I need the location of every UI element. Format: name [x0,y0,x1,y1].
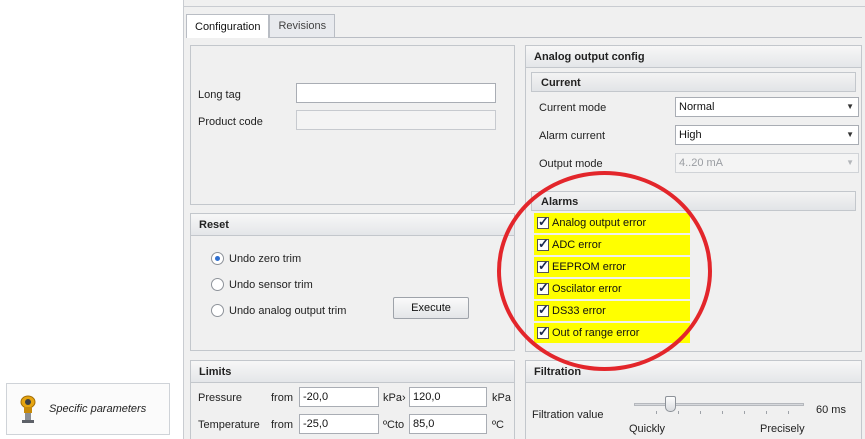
checkbox[interactable] [537,214,549,230]
radio-label: Undo sensor trim [229,278,313,291]
radio-undo-sensor-trim[interactable]: Undo sensor trim [211,278,313,291]
radio-label: Undo analog output trim [229,304,347,317]
slider-tick [788,411,789,414]
execute-button[interactable]: Execute [393,297,469,319]
identity-panel: Long tag Product code [190,45,515,205]
alarm-checkbox-oscilator-error[interactable]: Oscilator error [534,279,690,299]
alarm-label: ADC error [552,239,602,251]
alarm-checkbox-ds33-error[interactable]: DS33 error [534,301,690,321]
temperature-from-label: from [271,419,293,431]
alarm-label: Oscilator error [552,283,622,295]
nav-item-label: Specific parameters [49,403,147,415]
radio-undo-analog-output-trim[interactable]: Undo analog output trim [211,304,346,317]
radio-undo-zero-trim[interactable]: Undo zero trim [211,252,301,265]
output-mode-select[interactable]: 4..20 mA ▼ [675,153,859,173]
current-mode-select[interactable]: Normal ▼ [675,97,859,117]
slider-right-label: Precisely [760,423,805,435]
tab-configuration[interactable]: Configuration [186,14,270,38]
tab-bar: Configuration Revisions [186,14,336,38]
alarms-section-title: Alarms [531,191,856,211]
slider-left-label: Quickly [629,423,666,435]
temperature-label: Temperature [198,419,260,431]
checkbox[interactable] [537,258,549,274]
current-mode-label: Current mode [539,102,607,114]
filtration-panel: Filtration Filtration value 60 ms Quickl… [525,360,862,439]
checkbox[interactable] [537,280,549,296]
alarm-label: Out of range error [552,327,640,339]
current-section-title: Current [531,72,856,92]
reset-panel-title: Reset [191,214,514,236]
current-mode-value: Normal [679,101,715,113]
checkbox[interactable] [537,324,549,340]
nav-item-specific-parameters[interactable]: Specific parameters [6,383,170,435]
alarm-label: DS33 error [552,305,606,317]
filtration-value-label: Filtration value [532,409,604,421]
alarm-current-label: Alarm current [539,130,606,142]
alarm-checkbox-out-of-range-error[interactable]: Out of range error [534,323,690,343]
alarm-checkbox-adc-error[interactable]: ADC error [534,235,690,255]
checkbox[interactable] [537,236,549,252]
temperature-to-input[interactable]: 85,0 [409,414,487,434]
alarm-label: EEPROM error [552,261,626,273]
radio-button[interactable] [211,252,224,265]
pressure-label: Pressure [198,392,243,404]
filtration-slider-thumb[interactable] [665,396,677,412]
limits-panel: Limits Pressure from -20,0 kPa› 120,0 kP… [190,360,515,439]
output-mode-value: 4..20 mA [679,157,724,169]
product-code-label: Product code [198,116,263,128]
filtration-value: 60 ms [816,404,846,416]
slider-tick [766,411,767,414]
chevron-down-icon: ▼ [846,102,854,111]
transmitter-icon [20,395,36,423]
pressure-from-label: from [271,392,293,404]
long-tag-label: Long tag [198,89,241,101]
temperature-from-input[interactable]: -25,0 [299,414,379,434]
radio-button[interactable] [211,278,224,291]
chevron-down-icon: ▼ [846,158,854,167]
product-code-input[interactable] [296,110,496,130]
alarm-current-value: High [679,129,702,141]
pressure-from-unit: kPa› [383,392,406,404]
output-mode-label: Output mode [539,158,603,170]
temperature-from-unit: ºCto [383,419,405,431]
long-tag-input[interactable] [296,83,496,103]
alarm-checkbox-analog-output-error[interactable]: Analog output error [534,213,690,233]
filtration-slider-track[interactable] [634,403,804,406]
pressure-to-unit: kPa [492,392,511,404]
radio-label: Undo zero trim [229,252,302,265]
radio-button[interactable] [211,304,224,317]
reset-panel: Reset Undo zero trim Undo sensor trim Un… [190,213,515,351]
analog-output-panel: Analog output config Current Current mod… [525,45,862,352]
checkbox[interactable] [537,302,549,318]
slider-tick [700,411,701,414]
limits-panel-title: Limits [191,361,514,383]
slider-tick [678,411,679,414]
slider-tick [722,411,723,414]
chevron-down-icon: ▼ [846,130,854,139]
slider-tick [744,411,745,414]
analog-output-title: Analog output config [526,46,861,68]
alarm-checkbox-eeprom-error[interactable]: EEPROM error [534,257,690,277]
tab-revisions[interactable]: Revisions [269,14,336,37]
pressure-to-input[interactable]: 120,0 [409,387,487,407]
temperature-to-unit: ºC [492,419,504,431]
top-divider [183,6,865,7]
filtration-title: Filtration [526,361,861,383]
alarm-label: Analog output error [552,217,647,229]
slider-tick [656,411,657,414]
pressure-from-input[interactable]: -20,0 [299,387,379,407]
alarm-current-select[interactable]: High ▼ [675,125,859,145]
